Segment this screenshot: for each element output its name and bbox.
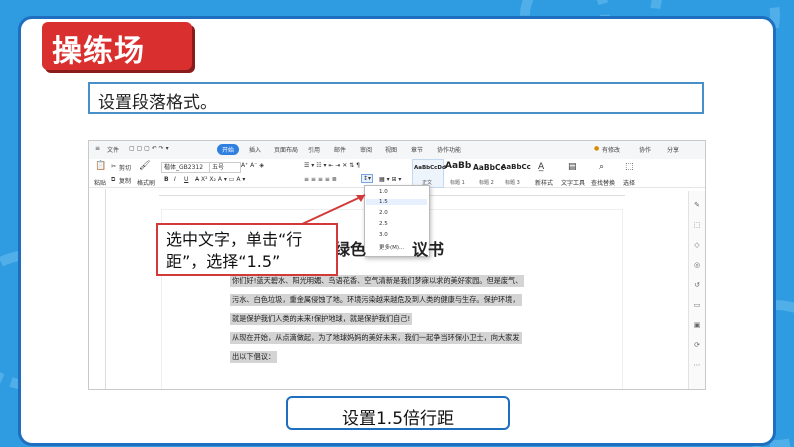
new-style-icon[interactable]: A̲ xyxy=(538,162,544,172)
collab-button[interactable]: 协作 xyxy=(639,145,651,154)
font-effects-icons[interactable]: A̶ X² X₂ A ▾ ▭ A ▾ xyxy=(195,176,245,183)
cut-button[interactable]: 剪切 xyxy=(119,163,131,172)
underline-icon[interactable]: U xyxy=(184,176,188,183)
shape-icon[interactable]: ◇ xyxy=(693,241,701,249)
menu-chapter[interactable]: 章节 xyxy=(411,145,423,154)
font-name-value: 楷体_GB2312 xyxy=(164,164,204,171)
style-h1-label: 标题 1 xyxy=(450,180,465,186)
edit-status-icon: ● xyxy=(594,145,600,152)
menu-bar: ≡ 文件 ▢ ▢ ▢ ↶ ↷ ▾ 开始 插入 页面布局 引用 邮件 审阅 视图 … xyxy=(89,141,705,160)
instruction-text: 设置段落格式。 xyxy=(98,93,217,113)
line-spacing-more[interactable]: 更多(M)... xyxy=(379,243,404,251)
edit-icon[interactable]: ✎ xyxy=(693,201,701,209)
menu-file[interactable]: 文件 xyxy=(107,145,119,154)
section-title: 操练场 xyxy=(52,34,145,69)
caption-text: 设置1.5倍行距 xyxy=(341,409,455,429)
style-h3-sample[interactable]: AaBbCc xyxy=(501,163,531,171)
select-button[interactable]: 选择 xyxy=(623,178,635,187)
copy-icon[interactable]: ⧉ xyxy=(111,176,115,184)
line-spacing-button[interactable]: ↕▾ xyxy=(361,174,374,183)
share-button[interactable]: 分享 xyxy=(667,145,679,154)
more-icon[interactable]: ⋯ xyxy=(693,361,701,369)
instruction-box: 设置段落格式。 xyxy=(88,82,704,114)
lock-icon[interactable]: ▭ xyxy=(693,301,701,309)
new-style-button[interactable]: 新样式 xyxy=(535,178,553,187)
doc-title-tail: 议书 xyxy=(412,240,445,259)
font-size-value: 五号 xyxy=(212,164,225,171)
find-replace-button[interactable]: 查找替换 xyxy=(591,178,615,187)
font-grow-icons[interactable]: A⁺ A⁻ ◈ xyxy=(241,162,264,169)
menu-mailings[interactable]: 邮件 xyxy=(334,145,346,154)
line-spacing-option[interactable]: 1.0 xyxy=(379,189,388,195)
doc-line[interactable]: 就是保护我们人类的未来!保护地球，就是保护我们自己! xyxy=(230,313,413,325)
bold-icon[interactable]: B xyxy=(164,176,169,183)
callout-box: 选中文字，单击“行距”，选择“1.5” xyxy=(156,223,338,276)
text-tools-icon[interactable]: ▤ xyxy=(568,162,577,172)
italic-icon[interactable]: I xyxy=(174,176,176,183)
target-icon[interactable]: ◎ xyxy=(693,261,701,269)
menu-page-layout[interactable]: 页面布局 xyxy=(274,145,298,154)
doc-line[interactable]: 从现在开始，从点滴做起，为了地球妈妈的美好未来，我们一起争当环保小卫士，向大家发 xyxy=(230,332,522,344)
paste-icon[interactable]: 📋 xyxy=(95,161,106,171)
caption-box: 设置1.5倍行距 xyxy=(286,396,510,430)
select-icon[interactable]: ⬚ xyxy=(693,221,701,229)
history-icon[interactable]: ↺ xyxy=(693,281,701,289)
menu-collaboration[interactable]: 协作功能 xyxy=(437,145,461,154)
text-tools-button[interactable]: 文字工具 xyxy=(561,178,585,187)
menu-home[interactable]: 开始 xyxy=(217,144,240,155)
edit-status[interactable]: 有修改 xyxy=(602,145,620,154)
callout-text: 选中文字，单击“行距”，选择“1.5” xyxy=(166,230,303,271)
cut-icon[interactable]: ✂ xyxy=(111,163,116,170)
select-icon[interactable]: ⬚ xyxy=(625,162,634,172)
vertical-ruler xyxy=(99,189,106,389)
font-size-select[interactable]: 五号 xyxy=(209,162,241,173)
style-h1-sample[interactable]: AaBb xyxy=(445,161,471,171)
hamburger-icon[interactable]: ≡ xyxy=(95,145,100,152)
list-icons[interactable]: ☰ ▾ ☷ ▾ ⇤ ⇥ ✕ ⇅ ¶ xyxy=(304,162,360,169)
menu-view[interactable]: 视图 xyxy=(385,145,397,154)
format-painter-icon[interactable]: 🖌 xyxy=(139,161,150,171)
line-spacing-option[interactable]: 3.0 xyxy=(379,232,388,238)
shading-icons[interactable]: ▦ ▾ ⊞ ▾ xyxy=(379,176,401,183)
ribbon-toolbar: 📋 粘贴 ✂ 剪切 ⧉ 复制 🖌 格式刷 楷体_GB2312 五号 A⁺ A⁻ … xyxy=(89,159,705,188)
doc-line[interactable]: 污水、白色垃圾，重金属侵蚀了地。环境污染越来越危及到人类的健康与生存。保护环境， xyxy=(230,294,522,306)
doc-line[interactable]: 你们好!蓝天碧水、阳光明媚、鸟语花香、空气清新是我们梦寐以求的美好家园。但是废气… xyxy=(230,275,525,287)
comment-icon[interactable]: ▣ xyxy=(693,321,701,329)
doc-title-fragment: 绿色 xyxy=(334,240,367,259)
menu-review[interactable]: 审阅 xyxy=(360,145,372,154)
copy-button[interactable]: 复制 xyxy=(119,176,131,185)
style-h2-label: 标题 2 xyxy=(479,180,494,186)
style-h3-label: 标题 3 xyxy=(505,180,520,186)
doc-line[interactable]: 出以下倡议： xyxy=(230,351,278,363)
format-painter-button[interactable]: 格式刷 xyxy=(137,178,155,187)
menu-insert[interactable]: 插入 xyxy=(249,145,261,154)
menu-references[interactable]: 引用 xyxy=(308,145,320,154)
line-spacing-option[interactable]: 2.0 xyxy=(379,210,388,216)
menu-icons: ▢ ▢ ▢ ↶ ↷ ▾ xyxy=(129,145,169,152)
line-spacing-option[interactable]: 2.5 xyxy=(379,221,388,227)
right-sidebar: ✎ ⬚ ◇ ◎ ↺ ▭ ▣ ⟳ ⋯ xyxy=(688,191,705,389)
find-replace-icon[interactable]: ⌕ xyxy=(599,162,604,172)
align-icons[interactable]: ≡ ≡ ≡ ≡ ≣ xyxy=(304,176,337,183)
line-spacing-option-selected[interactable]: 1.5 xyxy=(366,199,427,205)
sync-icon[interactable]: ⟳ xyxy=(693,341,701,349)
style-normal-sample: AaBbCcDd xyxy=(414,165,446,171)
paste-button[interactable]: 粘贴 xyxy=(94,178,106,187)
font-name-select[interactable]: 楷体_GB2312 xyxy=(161,162,211,173)
